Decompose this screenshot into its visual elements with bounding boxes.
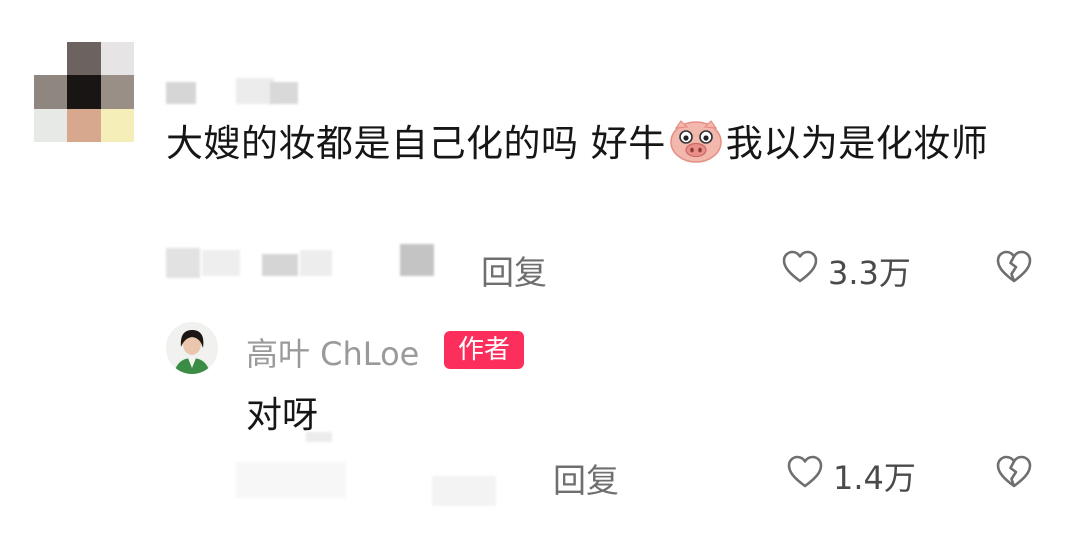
heart-icon[interactable] <box>787 455 823 489</box>
broken-heart-icon[interactable] <box>996 250 1032 284</box>
reply-meta-blurred <box>236 432 536 512</box>
author-avatar[interactable] <box>166 322 218 374</box>
like-count: 3.3万 <box>828 254 911 292</box>
broken-heart-icon[interactable] <box>996 455 1032 489</box>
reply-button[interactable]: 回复 <box>481 246 547 294</box>
commenter-username[interactable] <box>166 78 306 106</box>
reply-button-2[interactable]: 回复 <box>553 454 619 502</box>
author-username[interactable]: 高叶 ChLoe <box>246 329 419 375</box>
comment-text: 大嫂的妆都是自己化的吗 好牛 我以为是化妆师 <box>166 112 1046 176</box>
author-badge: 作者 <box>444 331 524 369</box>
pig-face-emoji-icon <box>670 119 722 163</box>
like-count-2: 1.4万 <box>833 459 916 497</box>
comment-meta-blurred <box>166 244 446 284</box>
comment-text-suffix: 我以为是化妆师 <box>725 122 989 165</box>
commenter-avatar[interactable] <box>34 42 134 142</box>
comment-text-prefix: 大嫂的妆都是自己化的吗 好牛 <box>166 122 666 165</box>
reply-text: 对呀 <box>246 395 319 436</box>
heart-icon[interactable] <box>782 250 818 284</box>
